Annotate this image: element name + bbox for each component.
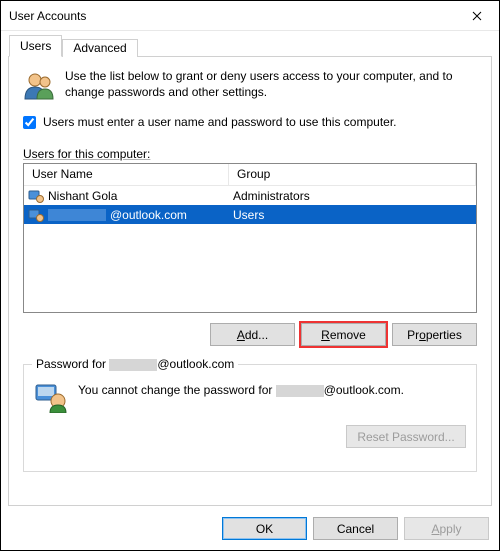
close-icon (472, 11, 482, 21)
cancel-button[interactable]: Cancel (313, 517, 398, 540)
remove-button[interactable]: Remove (301, 323, 386, 346)
username-cell: Nishant Gola (48, 189, 117, 203)
user-buttons-row: Add... Remove Properties (23, 323, 477, 346)
require-password-label: Users must enter a user name and passwor… (43, 115, 397, 129)
intro-text: Use the list below to grant or deny user… (65, 69, 477, 100)
password-group-label: Password for @outlook.com (32, 357, 238, 371)
tab-users[interactable]: Users (9, 35, 62, 57)
col-group[interactable]: Group (229, 164, 476, 185)
group-cell: Users (229, 208, 476, 222)
list-item[interactable]: @outlook.com Users (24, 205, 476, 224)
users-icon (23, 69, 57, 103)
require-password-checkbox[interactable]: Users must enter a user name and passwor… (23, 115, 477, 129)
users-listview[interactable]: User Name Group Nishant Gola Administrat… (23, 163, 477, 313)
group-cell: Administrators (229, 189, 476, 203)
password-text: You cannot change the password for @outl… (78, 383, 404, 399)
user-icon (28, 207, 44, 223)
username-cell: @outlook.com (110, 208, 187, 222)
close-button[interactable] (454, 1, 499, 30)
password-user-icon (34, 379, 68, 413)
tab-advanced[interactable]: Advanced (62, 39, 137, 57)
listview-header: User Name Group (24, 164, 476, 186)
window-title: User Accounts (9, 9, 454, 23)
col-username[interactable]: User Name (24, 164, 229, 185)
users-panel: Use the list below to grant or deny user… (8, 57, 492, 506)
require-password-input[interactable] (23, 116, 36, 129)
ok-button[interactable]: OK (222, 517, 307, 540)
title-bar: User Accounts (1, 1, 499, 31)
intro-row: Use the list below to grant or deny user… (23, 69, 477, 103)
redacted-text (276, 385, 324, 397)
tab-strip: UsersAdvanced (1, 35, 499, 57)
redacted-text (48, 209, 106, 221)
dialog-buttons: OK Cancel Apply (222, 517, 489, 540)
list-item[interactable]: Nishant Gola Administrators (24, 186, 476, 205)
users-list-label: Users for this computer: (23, 147, 477, 161)
user-icon (28, 188, 44, 204)
password-groupbox: Password for @outlook.com You cannot cha… (23, 364, 477, 472)
add-button[interactable]: Add... (210, 323, 295, 346)
properties-button[interactable]: Properties (392, 323, 477, 346)
reset-password-button: Reset Password... (346, 425, 466, 448)
apply-button: Apply (404, 517, 489, 540)
redacted-text (109, 359, 157, 371)
